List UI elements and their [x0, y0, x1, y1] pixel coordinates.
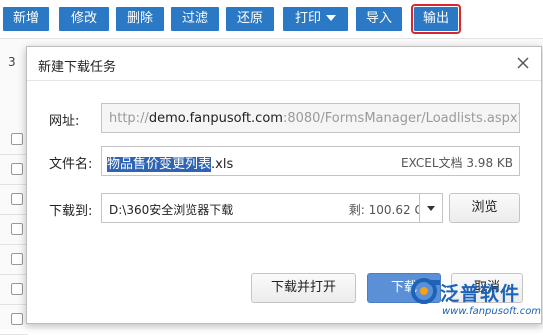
- download-dir-input[interactable]: D:\360安全浏览器下载 剩: 100.62 GB: [101, 193, 441, 223]
- watermark-name: 泛普软件: [440, 283, 521, 305]
- chevron-down-icon: [427, 206, 435, 211]
- edit-button[interactable]: 修改: [59, 7, 109, 31]
- row-checkbox[interactable]: [11, 313, 23, 325]
- toolbar: 新增 修改 删除 过滤 还原 打印 导入 输出: [0, 0, 543, 38]
- dialog-title: 新建下载任务: [38, 60, 117, 75]
- filename-selection: 物品售价变更列表: [107, 157, 212, 172]
- row-checkbox[interactable]: [11, 283, 23, 295]
- download-dir-value: D:\360安全浏览器下载: [109, 203, 234, 217]
- table-row: [0, 125, 28, 155]
- watermark-url: www.fanpusoft.com: [442, 306, 542, 317]
- url-host: demo.fanpusoft.com: [148, 111, 283, 126]
- filename-input[interactable]: 物品售价变更列表.xls EXCEL文档 3.98 KB: [101, 146, 520, 176]
- row-checkbox[interactable]: [11, 193, 23, 205]
- row-checkbox[interactable]: [11, 253, 23, 265]
- record-count: 3: [8, 55, 16, 69]
- row-checkbox[interactable]: [11, 163, 23, 175]
- download-to-label: 下载到:: [49, 204, 93, 219]
- filename-extension: .xls: [211, 157, 234, 172]
- add-button[interactable]: 新增: [3, 7, 49, 31]
- table-row: [0, 275, 28, 305]
- filter-button[interactable]: 过滤: [171, 7, 219, 31]
- download-and-open-button[interactable]: 下载并打开: [251, 273, 356, 303]
- url-rest: :8080/FormsManager/Loadlists.aspx?listid…: [282, 111, 519, 126]
- download-dir-dropdown[interactable]: [419, 193, 443, 223]
- print-label: 打印: [294, 11, 321, 26]
- print-button[interactable]: 打印: [283, 7, 348, 31]
- table-row: [0, 245, 28, 275]
- row-checkbox[interactable]: [11, 133, 23, 145]
- table-row: [0, 185, 28, 215]
- table-row: [0, 215, 28, 245]
- row-checkbox[interactable]: [11, 223, 23, 235]
- table-row: [0, 305, 28, 335]
- url-field: http://demo.fanpusoft.com:8080/FormsMana…: [101, 103, 520, 133]
- close-icon[interactable]: [515, 55, 531, 71]
- delete-button[interactable]: 删除: [116, 7, 164, 31]
- export-button[interactable]: 输出: [411, 4, 461, 34]
- title-divider: [27, 80, 541, 81]
- url-text: http://demo.fanpusoft.com:8080/FormsMana…: [109, 111, 519, 126]
- import-button[interactable]: 导入: [356, 7, 402, 31]
- file-type-size: EXCEL文档 3.98 KB: [400, 156, 513, 170]
- filename-value: 物品售价变更列表.xls: [107, 153, 233, 172]
- browse-button[interactable]: 浏览: [449, 193, 520, 223]
- row-checkbox-column: [0, 125, 28, 335]
- watermark: 泛普软件 www.fanpusoft.com: [410, 275, 543, 328]
- filename-label: 文件名:: [49, 157, 93, 172]
- fanpu-logo-icon: [411, 278, 440, 304]
- table-row: [0, 155, 28, 185]
- restore-button[interactable]: 还原: [226, 7, 274, 31]
- url-label: 网址:: [49, 114, 80, 129]
- url-prefix: http://: [109, 111, 149, 126]
- chevron-down-icon: [326, 14, 336, 21]
